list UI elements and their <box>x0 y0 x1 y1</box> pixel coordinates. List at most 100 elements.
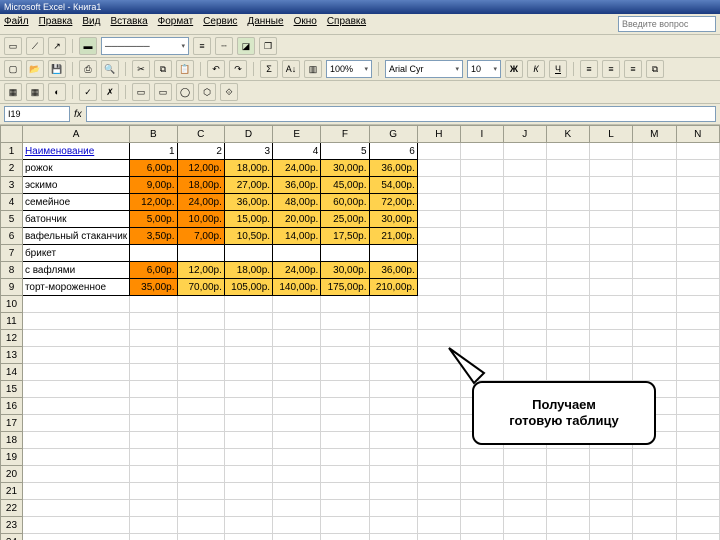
cell[interactable] <box>177 517 224 534</box>
tb-icon-10[interactable]: ⟐ <box>220 83 238 101</box>
cell[interactable] <box>177 449 224 466</box>
cell[interactable] <box>417 279 460 296</box>
cell[interactable] <box>633 143 677 160</box>
cell[interactable] <box>590 364 633 381</box>
underline-button[interactable]: Ч <box>549 60 567 78</box>
cell[interactable] <box>369 432 417 449</box>
row-header[interactable]: 1 <box>1 143 23 160</box>
cell[interactable] <box>503 330 546 347</box>
cell[interactable] <box>676 245 719 262</box>
cell[interactable] <box>676 381 719 398</box>
row-header[interactable]: 14 <box>1 364 23 381</box>
tb-icon-2[interactable]: ▦ <box>26 83 44 101</box>
cell[interactable]: брикет <box>22 245 129 262</box>
tb-icon-5[interactable]: ✗ <box>101 83 119 101</box>
tb-icon-8[interactable]: ◯ <box>176 83 194 101</box>
cell[interactable]: 15,00р. <box>224 211 272 228</box>
cell[interactable]: 72,00р. <box>369 194 417 211</box>
cell[interactable] <box>369 483 417 500</box>
font-size-dropdown[interactable]: 10▾ <box>467 60 501 78</box>
cell[interactable] <box>130 517 177 534</box>
cell[interactable] <box>321 313 369 330</box>
cell[interactable] <box>177 466 224 483</box>
row-header[interactable]: 8 <box>1 262 23 279</box>
cell[interactable] <box>273 330 321 347</box>
cell[interactable] <box>177 296 224 313</box>
tb-icon-9[interactable]: ⬡ <box>198 83 216 101</box>
cell[interactable] <box>417 398 460 415</box>
cell[interactable] <box>590 211 633 228</box>
cell[interactable] <box>369 313 417 330</box>
grid[interactable]: ABCDEFGHIJKLMN1Наименование1234562рожок6… <box>0 125 720 540</box>
3d-icon[interactable]: ❐ <box>259 37 277 55</box>
row-header[interactable]: 9 <box>1 279 23 296</box>
row-header[interactable]: 24 <box>1 534 23 540</box>
cell[interactable] <box>130 432 177 449</box>
cell[interactable] <box>417 466 460 483</box>
cell[interactable] <box>461 143 504 160</box>
shadow-icon[interactable]: ◪ <box>237 37 255 55</box>
cell[interactable] <box>224 313 272 330</box>
cell[interactable]: 30,00р. <box>321 262 369 279</box>
sort-asc-icon[interactable]: A↓ <box>282 60 300 78</box>
cell[interactable] <box>590 143 633 160</box>
cell[interactable] <box>461 296 504 313</box>
print-icon[interactable]: ⎙ <box>79 60 97 78</box>
row-header[interactable]: 18 <box>1 432 23 449</box>
cell[interactable] <box>503 449 546 466</box>
cell[interactable] <box>546 347 589 364</box>
cell[interactable] <box>177 313 224 330</box>
cell[interactable] <box>417 211 460 228</box>
cell[interactable] <box>633 262 677 279</box>
cell[interactable] <box>177 364 224 381</box>
cell[interactable] <box>546 364 589 381</box>
cell[interactable] <box>590 330 633 347</box>
cell[interactable] <box>503 211 546 228</box>
cell[interactable] <box>224 347 272 364</box>
cell[interactable] <box>273 415 321 432</box>
cell[interactable] <box>417 228 460 245</box>
cell[interactable] <box>676 466 719 483</box>
cell[interactable] <box>177 415 224 432</box>
tb-icon-1[interactable]: ▦ <box>4 83 22 101</box>
preview-icon[interactable]: 🔍 <box>101 60 119 78</box>
cell[interactable] <box>369 296 417 313</box>
row-header[interactable]: 17 <box>1 415 23 432</box>
cell[interactable] <box>321 483 369 500</box>
col-header-B[interactable]: B <box>130 126 177 143</box>
cell[interactable] <box>590 296 633 313</box>
cell[interactable] <box>273 466 321 483</box>
merge-icon[interactable]: ⧉ <box>646 60 664 78</box>
cell[interactable] <box>633 466 677 483</box>
cell[interactable] <box>321 398 369 415</box>
cell[interactable] <box>590 245 633 262</box>
cell[interactable]: 5 <box>321 143 369 160</box>
cell[interactable]: 7,00р. <box>177 228 224 245</box>
cell[interactable] <box>633 296 677 313</box>
fx-label[interactable]: fx <box>74 109 82 120</box>
cell[interactable] <box>177 483 224 500</box>
cell[interactable] <box>633 228 677 245</box>
cell[interactable]: 36,00р. <box>369 160 417 177</box>
cell[interactable] <box>503 143 546 160</box>
cell[interactable]: 21,00р. <box>369 228 417 245</box>
cell[interactable] <box>130 466 177 483</box>
cell[interactable] <box>676 432 719 449</box>
col-header-E[interactable]: E <box>273 126 321 143</box>
cell[interactable]: 9,00р. <box>130 177 177 194</box>
tb-icon-6[interactable]: ▭ <box>132 83 150 101</box>
cell[interactable] <box>633 160 677 177</box>
cell[interactable] <box>22 449 129 466</box>
zoom-dropdown[interactable]: 100%▾ <box>326 60 372 78</box>
cell[interactable] <box>633 517 677 534</box>
cell[interactable] <box>546 245 589 262</box>
cell[interactable] <box>177 347 224 364</box>
cell[interactable] <box>224 483 272 500</box>
cell[interactable] <box>590 534 633 540</box>
cell[interactable] <box>130 381 177 398</box>
cell[interactable] <box>130 415 177 432</box>
cell[interactable] <box>633 364 677 381</box>
line-weight-icon[interactable]: ≡ <box>193 37 211 55</box>
cell[interactable] <box>676 262 719 279</box>
cell[interactable] <box>546 177 589 194</box>
